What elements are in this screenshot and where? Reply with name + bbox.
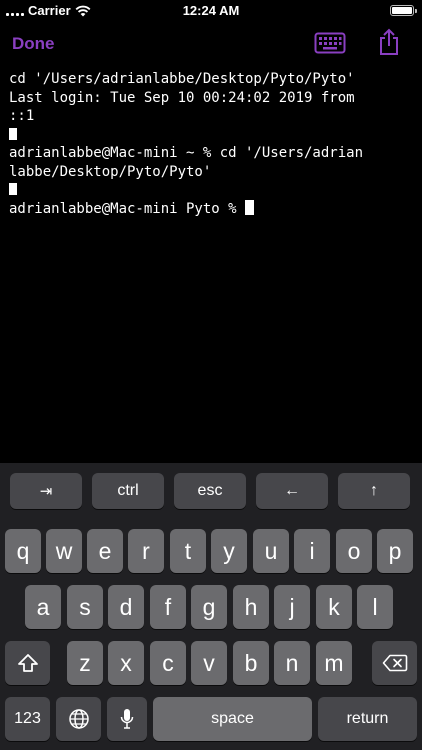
key-b[interactable]: b — [233, 641, 269, 685]
marker-glyph — [9, 127, 17, 140]
up-arrow-key[interactable]: ↑ — [338, 473, 410, 509]
terminal-line: Last login: Tue Sep 10 00:24:02 2019 fro… — [9, 89, 355, 106]
backspace-icon — [382, 654, 407, 672]
key-k[interactable]: k — [316, 585, 352, 629]
key-r[interactable]: r — [128, 529, 164, 573]
terminal-line: ::1 — [9, 108, 35, 124]
key-x[interactable]: x — [108, 641, 144, 685]
tab-key[interactable]: ⇥ — [10, 473, 82, 509]
terminal-cursor — [245, 199, 255, 215]
key-l[interactable]: l — [357, 585, 393, 629]
key-d[interactable]: d — [108, 585, 144, 629]
esc-key[interactable]: esc — [174, 473, 246, 509]
return-key[interactable]: return — [318, 697, 417, 741]
key-n[interactable]: n — [274, 641, 310, 685]
key-p[interactable]: p — [377, 529, 413, 573]
ctrl-key[interactable]: ctrl — [92, 473, 164, 509]
key-h[interactable]: h — [233, 585, 269, 629]
key-w[interactable]: w — [46, 529, 82, 573]
globe-key[interactable] — [56, 697, 101, 741]
terminal-line: adrianlabbe@Mac-mini ~ % cd '/Users/adri… — [9, 145, 364, 161]
key-f[interactable]: f — [150, 585, 186, 629]
share-icon[interactable] — [378, 28, 400, 56]
key-m[interactable]: m — [316, 641, 352, 685]
shift-key[interactable] — [5, 641, 50, 685]
key-o[interactable]: o — [336, 529, 372, 573]
key-t[interactable]: t — [170, 529, 206, 573]
numbers-key[interactable]: 123 — [5, 697, 50, 741]
terminal-line: labbe/Desktop/Pyto/Pyto' — [9, 163, 212, 180]
key-j[interactable]: j — [274, 585, 310, 629]
terminal-line: cd '/Users/adrianlabbe/Desktop/Pyto/Pyto… — [9, 71, 355, 87]
microphone-icon — [120, 709, 134, 729]
key-e[interactable]: e — [87, 529, 123, 573]
marker-glyph — [9, 183, 17, 195]
key-q[interactable]: q — [5, 529, 41, 573]
battery-icon — [390, 5, 417, 16]
key-s[interactable]: s — [67, 585, 103, 629]
key-y[interactable]: y — [211, 529, 247, 573]
key-u[interactable]: u — [253, 529, 289, 573]
terminal-prompt-line: adrianlabbe@Mac-mini Pyto % — [9, 199, 413, 219]
keyboard: ⇥ ctrl esc ← ↑ q w e r t y u i o p a s d… — [0, 463, 422, 750]
terminal-line — [9, 181, 413, 200]
terminal-line — [9, 126, 413, 145]
done-button[interactable]: Done — [12, 34, 55, 54]
status-time: 12:24 AM — [182, 3, 240, 18]
space-key[interactable]: space — [153, 697, 312, 741]
globe-icon — [68, 709, 89, 729]
status-bar: Carrier 12:24 AM — [0, 0, 422, 22]
key-g[interactable]: g — [191, 585, 227, 629]
left-arrow-key[interactable]: ← — [256, 473, 328, 509]
key-a[interactable]: a — [25, 585, 61, 629]
microphone-key[interactable] — [107, 697, 147, 741]
key-c[interactable]: c — [150, 641, 186, 685]
shift-icon — [17, 654, 38, 672]
nav-bar: Done — [0, 22, 422, 66]
key-z[interactable]: z — [67, 641, 103, 685]
key-v[interactable]: v — [191, 641, 227, 685]
terminal-output[interactable]: cd '/Users/adrianlabbe/Desktop/Pyto/Pyto… — [9, 70, 413, 218]
backspace-key[interactable] — [372, 641, 417, 685]
keyboard-icon[interactable] — [314, 32, 346, 54]
key-i[interactable]: i — [294, 529, 330, 573]
